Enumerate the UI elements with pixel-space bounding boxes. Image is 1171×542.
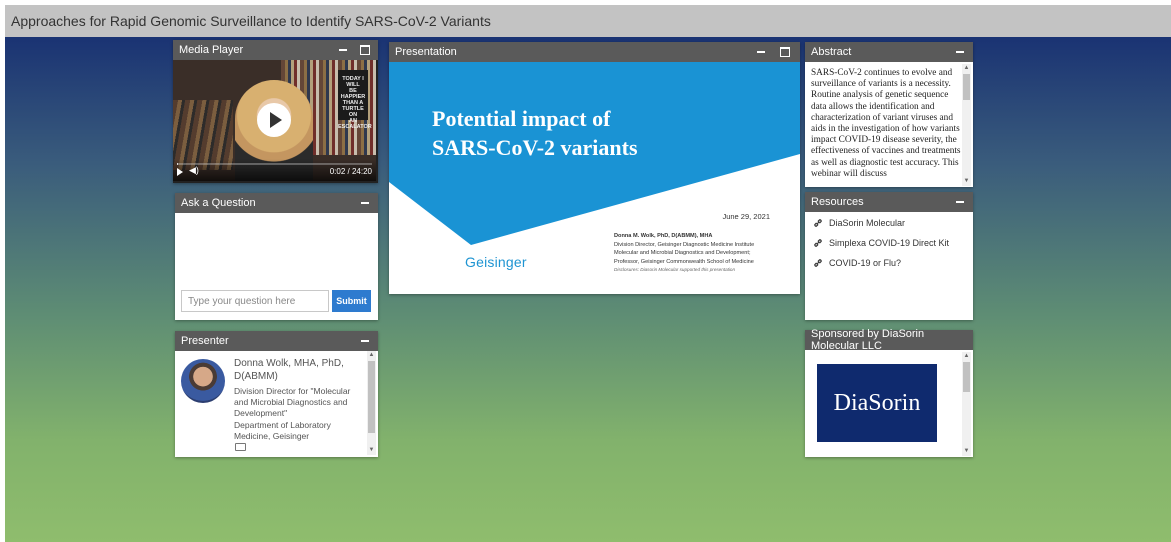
slide-role-line: Molecular and Microbial Diagnostics and … <box>614 250 751 256</box>
slide-role-line: Division Director, Geisinger Diagnostic … <box>614 241 755 248</box>
logo-text: DiaSorin <box>833 389 921 416</box>
slide-date: June 29, 2021 <box>722 212 770 221</box>
contact-card-icon[interactable] <box>235 443 246 451</box>
link-icon <box>814 219 822 227</box>
resources-panel: Resources DiaSorin Molecular Simplexa CO… <box>805 192 973 320</box>
scrollbar[interactable]: ▲ ▼ <box>367 351 376 455</box>
minimize-icon[interactable] <box>955 192 965 212</box>
scrollbar[interactable]: ▲ ▼ <box>962 352 971 456</box>
minimize-icon[interactable] <box>338 40 348 60</box>
resource-link[interactable]: DiaSorin Molecular <box>813 218 949 228</box>
video-area[interactable]: TODAY I WILL BE HAPPIER THAN A TURTLE ON AN E… <box>173 60 376 181</box>
sign-image: TODAY I WILL BE HAPPIER THAN A TURTLE ON AN E… <box>338 70 372 130</box>
console-stage: Media Player TODAY I WILL BE HAPPIER THAN … <box>5 37 1171 542</box>
presentation-slide: Potential impact of SARS-CoV-2 variants … <box>389 62 800 294</box>
abstract-header[interactable]: Abstract <box>805 42 973 62</box>
abstract-text: SARS-CoV-2 continues to evolve and surve… <box>811 68 961 179</box>
sponsor-panel: Sponsored by DiaSorin Molecular LLC DiaS… <box>805 328 973 457</box>
resources-list: DiaSorin Molecular Simplexa COVID-19 Dir… <box>813 218 949 278</box>
panel-title: Media Player <box>179 44 244 56</box>
maximize-icon[interactable] <box>360 40 370 60</box>
ask-question-header[interactable]: Ask a Question <box>175 193 378 213</box>
link-icon <box>814 239 822 247</box>
slide-title: Potential impact of SARS-CoV-2 variants <box>432 104 732 162</box>
abstract-panel: Abstract SARS-CoV-2 continues to evolve … <box>805 42 973 187</box>
slide-title-line2: SARS-CoV-2 variants <box>432 135 638 160</box>
slide-role-line: Professor, Geisinger Commonwealth School… <box>614 258 754 265</box>
presenter-name: Donna Wolk, MHA, PhD, D(ABMM) <box>234 358 344 382</box>
slide-presenter-info: Donna M. Wolk, PhD, D(ABMM), MHA Divisio… <box>614 232 754 275</box>
resources-header[interactable]: Resources <box>805 192 973 212</box>
panel-title: Presenter <box>181 335 229 347</box>
geisinger-logo: Geisinger <box>465 254 527 270</box>
panel-title: Abstract <box>811 46 852 58</box>
minimize-icon[interactable] <box>756 42 766 62</box>
resource-label: Simplexa COVID-19 Direct Kit <box>829 238 950 248</box>
slide-title-line1: Potential impact of <box>432 106 611 131</box>
minimize-icon[interactable] <box>955 42 965 62</box>
media-player-header[interactable]: Media Player <box>173 40 378 60</box>
minimize-icon[interactable] <box>360 331 370 351</box>
resource-label: COVID-19 or Flu? <box>829 258 902 268</box>
video-time: 0:02 / 24:20 <box>329 167 372 176</box>
scrollbar[interactable]: ▲ ▼ <box>962 64 971 186</box>
presenter-header[interactable]: Presenter <box>175 331 378 351</box>
link-icon <box>814 259 822 267</box>
presenter-body: Donna Wolk, MHA, PhD, D(ABMM) Division D… <box>175 351 378 457</box>
slide-disclosure: Disclosures: Diasorin Molecular supporte… <box>614 267 736 272</box>
maximize-icon[interactable] <box>780 42 790 62</box>
media-player-panel: Media Player TODAY I WILL BE HAPPIER THAN … <box>173 40 378 183</box>
question-input[interactable] <box>181 290 329 312</box>
play-small-icon[interactable] <box>177 168 183 176</box>
submit-button[interactable]: Submit <box>332 290 371 312</box>
resource-link[interactable]: COVID-19 or Flu? <box>813 258 949 268</box>
sponsor-header[interactable]: Sponsored by DiaSorin Molecular LLC <box>805 328 973 352</box>
ask-question-panel: Ask a Question Submit <box>175 193 378 320</box>
panel-title: Sponsored by DiaSorin Molecular LLC <box>811 328 925 352</box>
play-button-icon[interactable] <box>257 103 291 137</box>
presenter-avatar <box>181 359 225 403</box>
volume-icon[interactable]: ◀) <box>189 165 199 176</box>
slide-presenter-name: Donna M. Wolk, PhD, D(ABMM), MHA <box>614 233 713 239</box>
diasorin-logo[interactable]: DiaSorin <box>817 364 937 442</box>
page-title: Approaches for Rapid Genomic Surveillanc… <box>11 13 491 29</box>
presentation-header[interactable]: Presentation <box>389 42 800 62</box>
presenter-dept: Department of Laboratory Medicine, Geisi… <box>234 420 331 441</box>
presenter-role: Division Director for "Molecular and Mic… <box>234 386 351 418</box>
presentation-panel: Presentation Potential impact of SARS-Co… <box>389 42 800 294</box>
page-title-bar: Approaches for Rapid Genomic Surveillanc… <box>5 5 1171 37</box>
panel-title: Ask a Question <box>181 197 256 209</box>
resource-link[interactable]: Simplexa COVID-19 Direct Kit <box>813 238 949 248</box>
presenter-info: Donna Wolk, MHA, PhD, D(ABMM) Division D… <box>234 357 364 442</box>
video-controls: ◀) 0:02 / 24:20 <box>173 159 376 181</box>
panel-title: Resources <box>811 196 864 208</box>
resource-label: DiaSorin Molecular <box>829 218 906 228</box>
minimize-icon[interactable] <box>360 193 370 213</box>
presenter-panel: Presenter Donna Wolk, MHA, PhD, D(ABMM) … <box>175 331 378 457</box>
panel-title: Presentation <box>395 46 457 58</box>
